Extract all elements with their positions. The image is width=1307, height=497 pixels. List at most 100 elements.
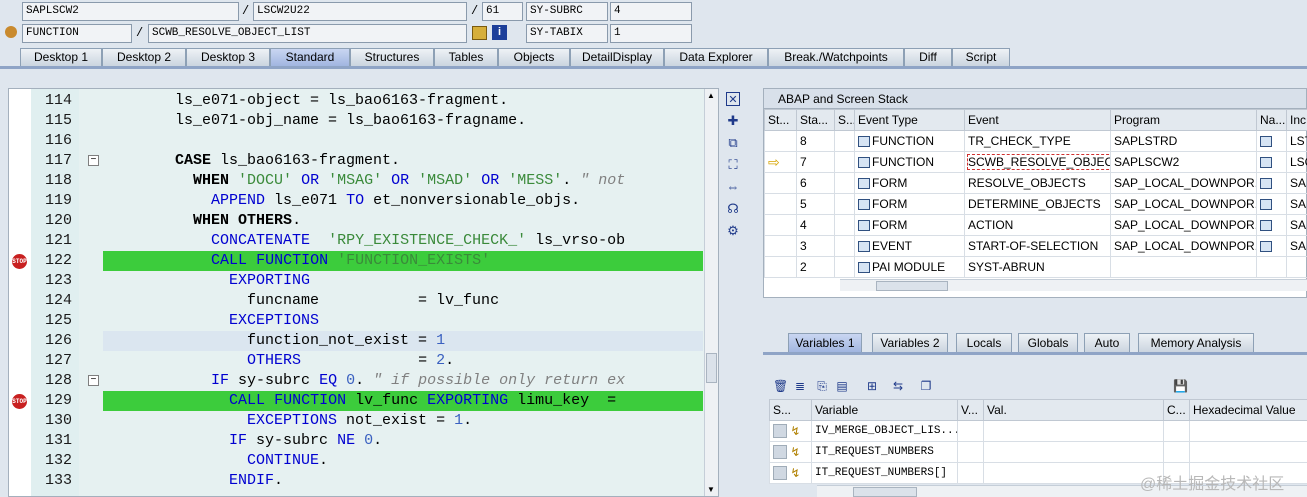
stack-column-header[interactable]: St... bbox=[764, 109, 797, 131]
tab-variables-2[interactable]: Variables 2 bbox=[872, 333, 948, 353]
row-select-handle[interactable] bbox=[773, 424, 787, 439]
code-line[interactable]: 121 CONCATENATE 'RPY_EXISTENCE_CHECK_' l… bbox=[9, 231, 704, 251]
breakpoint-stop-icon[interactable]: STOP bbox=[12, 254, 27, 269]
stack-row[interactable]: ⇨ 7 FUNCTION SCWB_RESOLVE_OBJEC... SAPLSCW2 L… bbox=[764, 151, 1307, 173]
code-line[interactable]: 124 funcname = lv_func bbox=[9, 291, 704, 311]
tab-desktop-2[interactable]: Desktop 2 bbox=[102, 48, 186, 67]
info-icon[interactable]: i bbox=[492, 25, 507, 40]
variable-name[interactable]: IT_REQUEST_NUMBERS[] bbox=[815, 467, 947, 479]
scroll-thumb[interactable] bbox=[876, 281, 948, 291]
stack-row[interactable]: 8 FUNCTION TR_CHECK_TYPE SAPLSTRD LST bbox=[764, 130, 1307, 152]
move-icon[interactable]: ⇆ bbox=[891, 379, 905, 393]
stack-row[interactable]: 3 EVENT START-OF-SELECTION SAP_LOCAL_DOWNPO… bbox=[764, 235, 1307, 257]
navigate-icon[interactable] bbox=[1260, 178, 1272, 190]
code-line[interactable]: 114 ls_e071-object = ls_bao6163-fragment… bbox=[9, 91, 704, 111]
stack-row[interactable]: 5 FORM DETERMINE_OBJECTS SAP_LOCAL_DOWNPOR.… bbox=[764, 193, 1307, 215]
fold-toggle-icon[interactable]: − bbox=[88, 375, 99, 386]
code-line[interactable]: STOP 122 CALL FUNCTION 'FUNCTION_EXISTS' bbox=[9, 251, 704, 271]
variables-column-header[interactable]: Variable bbox=[811, 399, 958, 421]
code-line[interactable]: 118 WHEN 'DOCU' OR 'MSAG' OR 'MSAD' OR '… bbox=[9, 171, 704, 191]
code-line[interactable]: 116 bbox=[9, 131, 704, 151]
stack-column-header[interactable]: Inc bbox=[1286, 109, 1307, 131]
code-line[interactable]: 125 EXCEPTIONS bbox=[9, 311, 704, 331]
import-icon[interactable]: ⎘ bbox=[815, 379, 829, 393]
code-line[interactable]: 120 WHEN OTHERS. bbox=[9, 211, 704, 231]
vertical-scrollbar[interactable]: ▲ ▼ bbox=[704, 89, 718, 496]
delete-icon[interactable]: 🗑 bbox=[773, 379, 788, 393]
fold-toggle-icon[interactable]: − bbox=[88, 155, 99, 166]
stack-column-header[interactable]: Event bbox=[964, 109, 1111, 131]
code-line[interactable]: 117 − CASE ls_bao6163-fragment. bbox=[9, 151, 704, 171]
variables-column-header[interactable]: Hexadecimal Value bbox=[1189, 399, 1307, 421]
tab-structures[interactable]: Structures bbox=[350, 48, 434, 67]
code-line[interactable]: 130 EXCEPTIONS not_exist = 1. bbox=[9, 411, 704, 431]
code-line[interactable]: 126 function_not_exist = 1 bbox=[9, 331, 704, 351]
tab-standard[interactable]: Standard bbox=[270, 48, 350, 67]
swap-tool-icon[interactable]: ⧉ bbox=[726, 136, 740, 150]
code-line[interactable]: STOP 129 CALL FUNCTION lv_func EXPORTING … bbox=[9, 391, 704, 411]
row-select-handle[interactable] bbox=[773, 445, 787, 460]
stack-column-header[interactable]: Program bbox=[1110, 109, 1257, 131]
new-tool-icon[interactable]: ✚ bbox=[726, 114, 740, 128]
navigate-icon[interactable] bbox=[472, 26, 487, 40]
tab-break-watchpoints[interactable]: Break./Watchpoints bbox=[768, 48, 904, 67]
tab-auto[interactable]: Auto bbox=[1084, 333, 1130, 353]
tab-data-explorer[interactable]: Data Explorer bbox=[664, 48, 768, 67]
code-line[interactable]: 128 − IF sy-subrc EQ 0. " if possible onl… bbox=[9, 371, 704, 391]
scroll-up-icon[interactable]: ▲ bbox=[707, 91, 715, 100]
save-icon[interactable]: 💾 bbox=[1173, 379, 1188, 393]
stack-column-header[interactable]: Event Type bbox=[854, 109, 965, 131]
include-field[interactable]: LSCW2U22 bbox=[253, 2, 467, 21]
stack-column-header[interactable]: Sta... bbox=[796, 109, 835, 131]
object-name-field[interactable]: SCWB_RESOLVE_OBJECT_LIST bbox=[148, 24, 467, 43]
tab-desktop-3[interactable]: Desktop 3 bbox=[186, 48, 270, 67]
tab-script[interactable]: Script bbox=[952, 48, 1010, 67]
navigate-icon[interactable] bbox=[1260, 136, 1272, 148]
stack-row[interactable]: 6 FORM RESOLVE_OBJECTS SAP_LOCAL_DOWNPOR...… bbox=[764, 172, 1307, 194]
tab-tables[interactable]: Tables bbox=[434, 48, 498, 67]
variable-name[interactable]: IT_REQUEST_NUMBERS bbox=[815, 446, 934, 458]
variable-row[interactable]: ↯ IV_MERGE_OBJECT_LIS... bbox=[769, 420, 1307, 442]
tab-globals[interactable]: Globals bbox=[1018, 333, 1078, 353]
stack-horizontal-scrollbar[interactable] bbox=[840, 279, 1307, 291]
source-code-editor[interactable]: 114 ls_e071-object = ls_bao6163-fragment… bbox=[8, 88, 719, 497]
settings-icon[interactable]: ⚙ bbox=[726, 224, 740, 238]
code-line[interactable]: 133 ENDIF. bbox=[9, 471, 704, 491]
code-line[interactable]: 131 IF sy-subrc NE 0. bbox=[9, 431, 704, 451]
resize-icon[interactable]: ⇔ bbox=[726, 180, 740, 194]
tab-objects[interactable]: Objects bbox=[498, 48, 570, 67]
stack-column-header[interactable]: Na... bbox=[1256, 109, 1287, 131]
stack-row[interactable]: 4 FORM ACTION SAP_LOCAL_DOWNPOR... SAP bbox=[764, 214, 1307, 236]
tab-desktop-1[interactable]: Desktop 1 bbox=[20, 48, 102, 67]
row-select-handle[interactable] bbox=[773, 466, 787, 481]
code-line[interactable]: 132 CONTINUE. bbox=[9, 451, 704, 471]
variables-column-header[interactable]: C... bbox=[1163, 399, 1190, 421]
navigate-icon[interactable] bbox=[1260, 241, 1272, 253]
tab-memory-analysis[interactable]: Memory Analysis bbox=[1138, 333, 1254, 353]
breakpoint-stop-icon[interactable]: STOP bbox=[12, 394, 27, 409]
variables-column-header[interactable]: V... bbox=[957, 399, 984, 421]
code-line[interactable]: 119 APPEND ls_e071 TO et_nonversionable_… bbox=[9, 191, 704, 211]
scroll-thumb[interactable] bbox=[706, 353, 717, 383]
line-number-field[interactable]: 61 bbox=[482, 2, 523, 21]
service-icon[interactable]: ☊ bbox=[726, 202, 740, 216]
variables-column-header[interactable]: S... bbox=[769, 399, 812, 421]
object-type-field[interactable]: FUNCTION bbox=[22, 24, 132, 43]
navigate-icon[interactable] bbox=[1260, 199, 1272, 211]
close-icon[interactable]: ✕ bbox=[726, 92, 740, 106]
hierarchy-icon[interactable]: ⊞ bbox=[865, 379, 879, 393]
navigate-icon[interactable] bbox=[1260, 220, 1272, 232]
tab-locals[interactable]: Locals bbox=[956, 333, 1012, 353]
tab-detail-display[interactable]: DetailDisplay bbox=[570, 48, 664, 67]
variable-name[interactable]: IV_MERGE_OBJECT_LIS... bbox=[815, 425, 957, 437]
scroll-down-icon[interactable]: ▼ bbox=[707, 485, 715, 494]
code-line[interactable]: 123 EXPORTING bbox=[9, 271, 704, 291]
stack-row[interactable]: 2 PAI MODULE SYST-ABRUN bbox=[764, 256, 1307, 278]
code-line[interactable]: 115 ls_e071-obj_name = ls_bao6163-fragna… bbox=[9, 111, 704, 131]
list-icon[interactable]: ≣ bbox=[793, 379, 807, 393]
table-icon[interactable]: ▤ bbox=[835, 379, 849, 393]
copy-icon[interactable]: ❐ bbox=[919, 379, 933, 393]
tab-variables-1[interactable]: Variables 1 bbox=[788, 333, 862, 353]
navigate-icon[interactable] bbox=[1260, 157, 1272, 169]
variable-row[interactable]: ↯ IT_REQUEST_NUMBERS bbox=[769, 441, 1307, 463]
